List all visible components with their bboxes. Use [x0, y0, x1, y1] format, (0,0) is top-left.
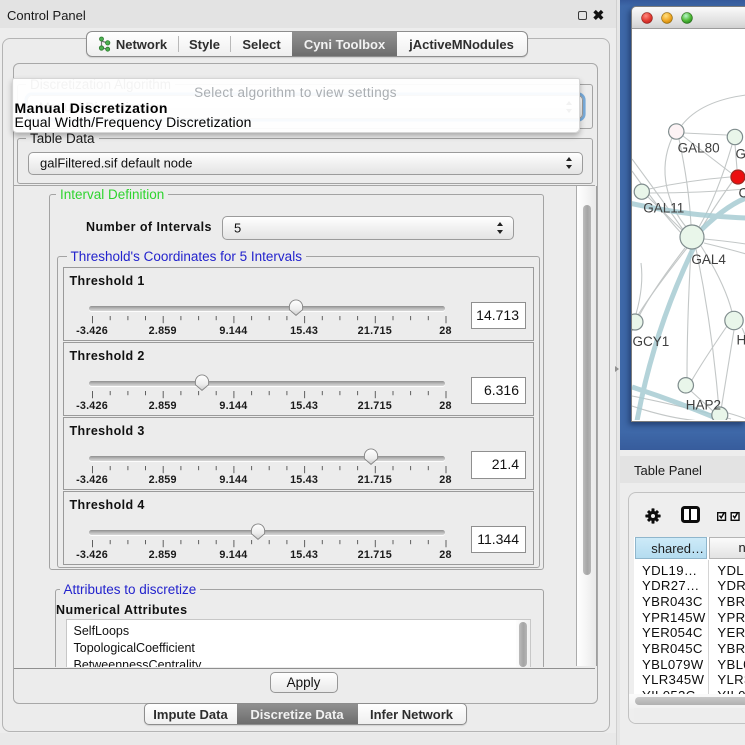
svg-text:GA: GA	[736, 147, 745, 162]
svg-text:GAL80: GAL80	[678, 141, 720, 156]
svg-text:GAL11: GAL11	[643, 201, 684, 216]
svg-text:C: C	[739, 186, 745, 201]
svg-text:GAL4: GAL4	[691, 252, 726, 267]
svg-text:H: H	[737, 333, 745, 348]
svg-text:GCY1: GCY1	[633, 334, 670, 349]
svg-text:HAP2: HAP2	[686, 398, 721, 413]
